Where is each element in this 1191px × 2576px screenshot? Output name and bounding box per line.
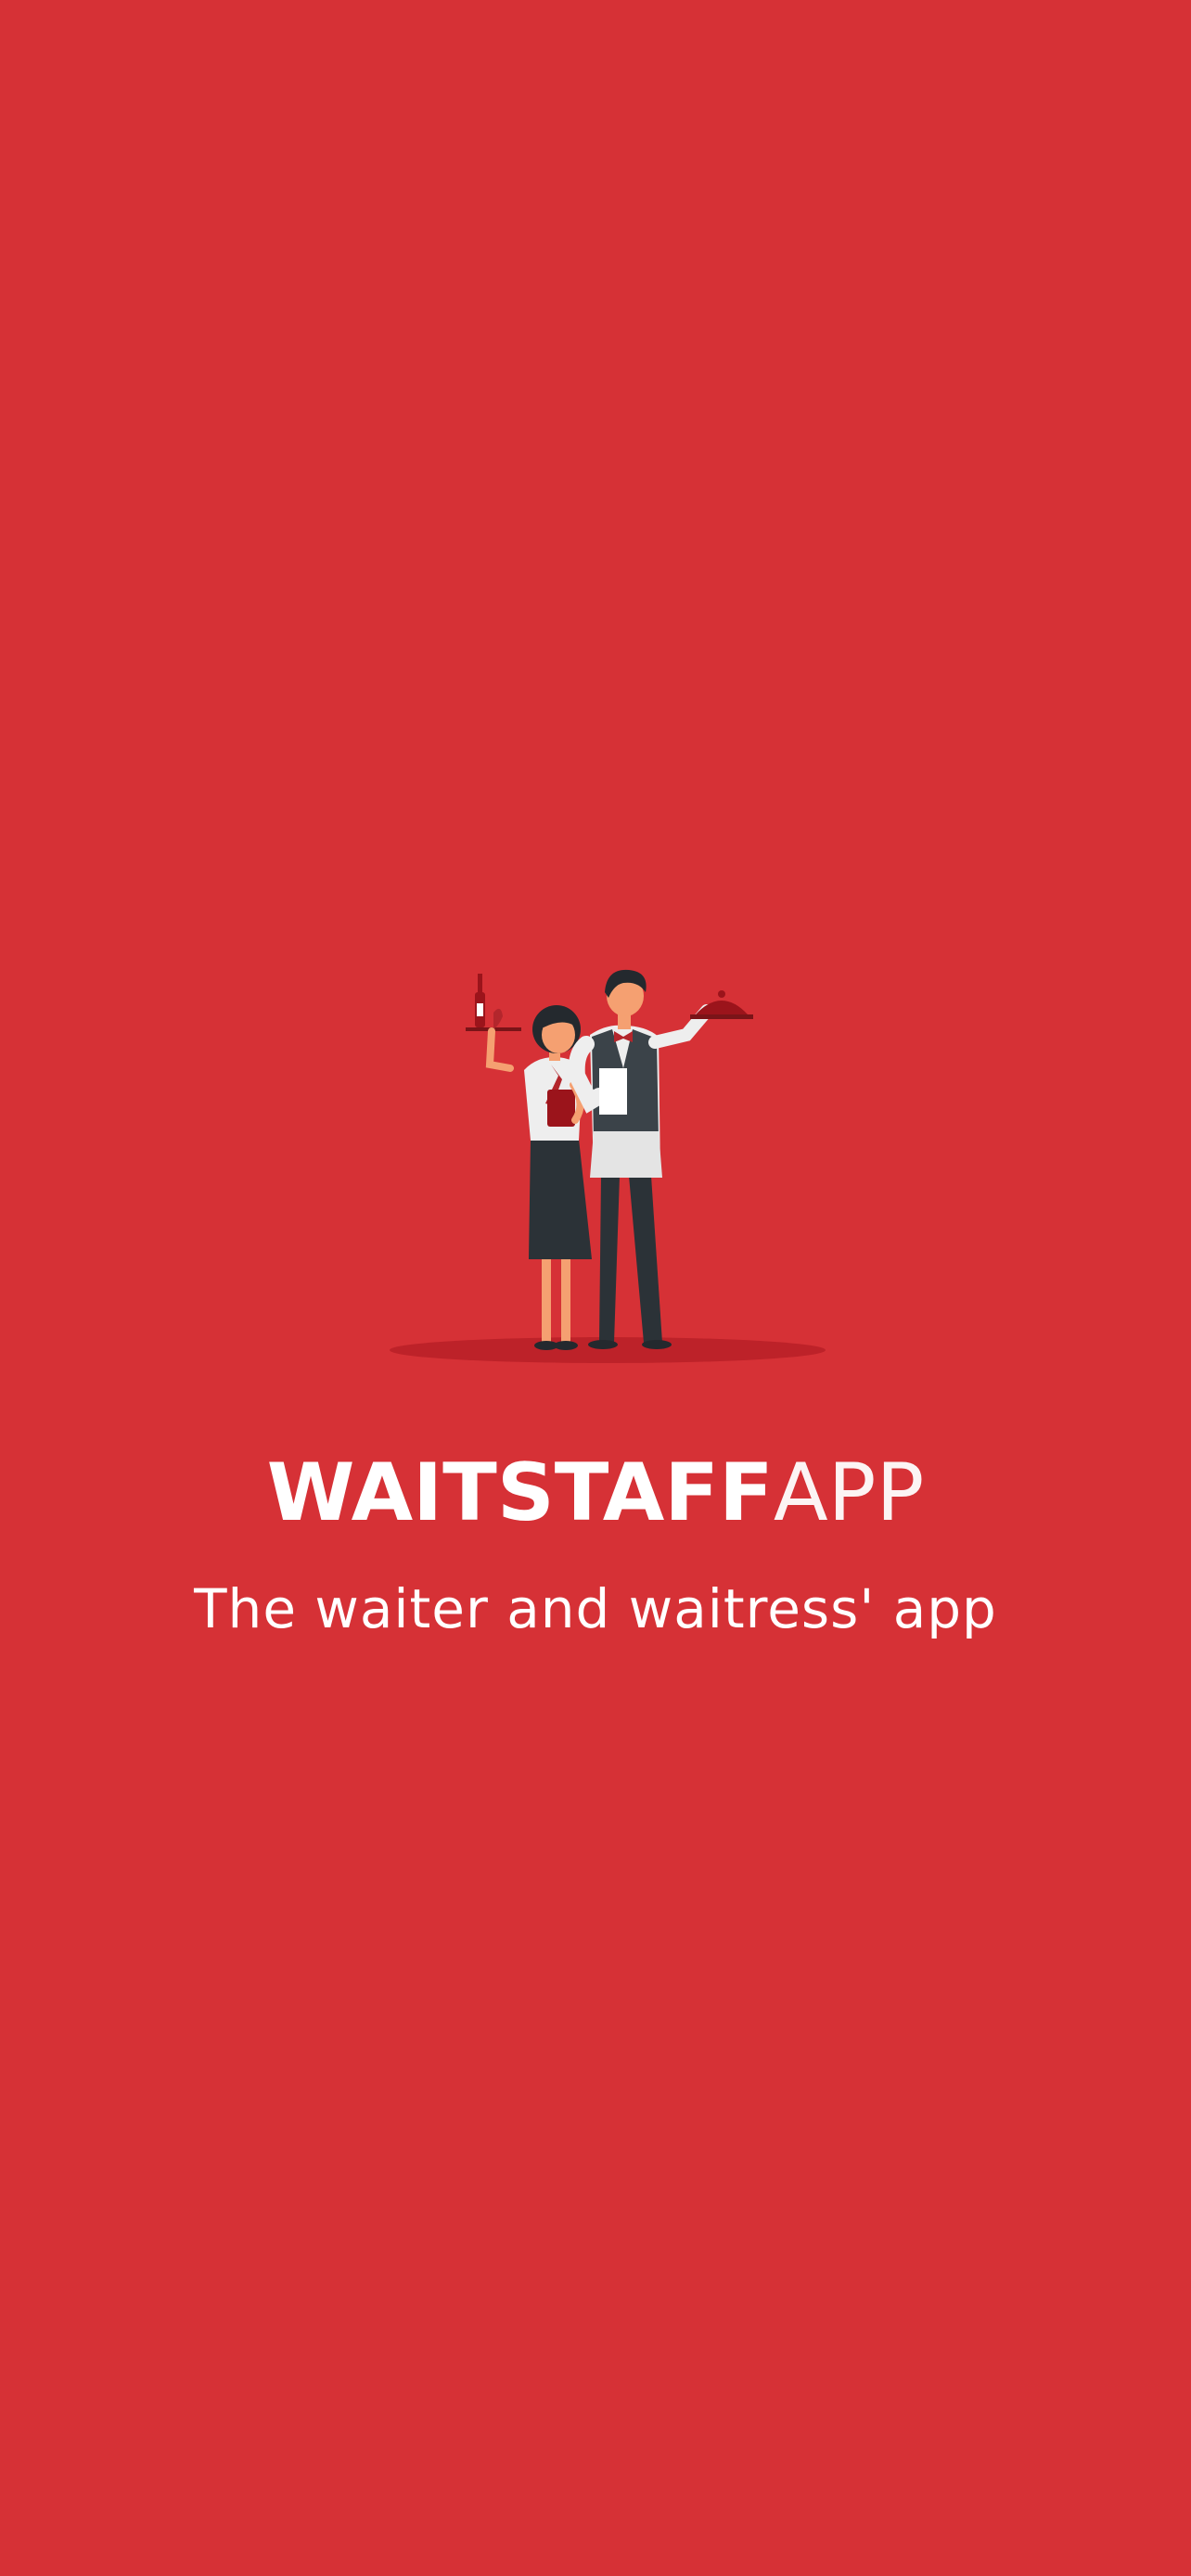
- waiter-and-waitress-illustration: [390, 969, 826, 1363]
- waitress-figure: [466, 974, 592, 1350]
- brand-light-text: APP: [773, 1447, 925, 1539]
- splash-screen: WAITSTAFFAPP The waiter and waitress' ap…: [0, 0, 1191, 2576]
- waiter-figure: [568, 969, 753, 1349]
- brand-bold-text: WAITSTAFF: [266, 1447, 774, 1539]
- app-logo-text: WAITSTAFFAPP: [0, 1451, 1191, 1535]
- tagline: The waiter and waitress' app: [194, 1577, 997, 1640]
